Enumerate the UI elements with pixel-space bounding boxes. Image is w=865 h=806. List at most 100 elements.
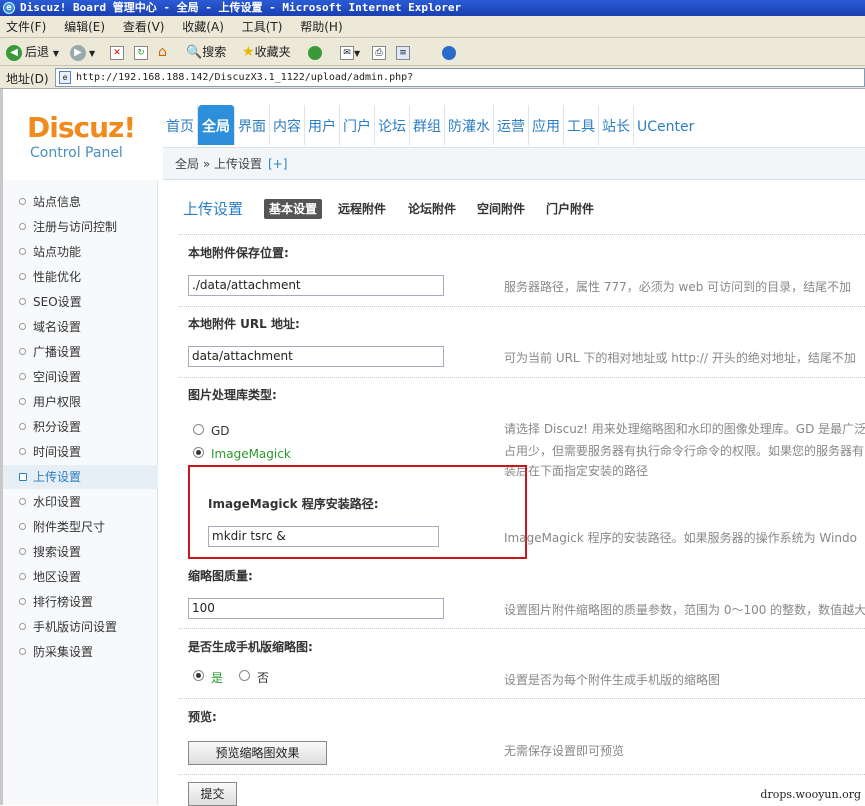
bullet-icon (19, 223, 26, 230)
attach-url-input[interactable]: data/attachment (188, 346, 444, 367)
sidebar-item[interactable]: 手机版访问设置 (3, 615, 158, 639)
radio-mobile-yes[interactable] (193, 670, 204, 681)
sidebar-item[interactable]: 注册与访问控制 (3, 215, 158, 239)
attach-dir-input[interactable]: ./data/attachment (188, 275, 444, 296)
radio-mobile-no-label: 否 (257, 669, 269, 686)
sidebar-item[interactable]: 搜索设置 (3, 540, 158, 564)
mail-icon: ✉ (340, 46, 354, 60)
menu-edit[interactable]: 编辑(E) (64, 16, 105, 38)
browser-toolbar: ◀后退 ▼ ▶▼ ✕ ↻ ⌂ 🔍搜索 ★收藏夹 ✉▼ ⎙ ≡ (0, 38, 865, 66)
menu-tools[interactable]: 工具(T) (242, 16, 283, 38)
preview-button[interactable]: 预览缩略图效果 (188, 741, 327, 765)
back-button[interactable]: ◀后退 ▼ (6, 42, 59, 62)
sidebar-item-label: 地区设置 (33, 570, 81, 584)
home-icon: ⌂ (158, 44, 167, 60)
impath-input[interactable]: mkdir tsrc & (208, 526, 439, 547)
refresh-button[interactable]: ↻ (134, 42, 148, 62)
sidebar-item[interactable]: 站点功能 (3, 240, 158, 264)
sidebar-item[interactable]: 域名设置 (3, 315, 158, 339)
home-button[interactable]: ⌂ (158, 42, 167, 62)
tab-remote[interactable]: 远程附件 (333, 199, 391, 219)
nav-founder[interactable]: 站长 (599, 105, 634, 145)
sidebar-item[interactable]: 防采集设置 (3, 640, 158, 664)
tab-basic[interactable]: 基本设置 (264, 199, 322, 219)
mail-button[interactable]: ✉▼ (340, 42, 360, 62)
bullet-icon (19, 623, 26, 630)
sidebar-item[interactable]: 上传设置 (3, 465, 158, 489)
sidebar-item[interactable]: 空间设置 (3, 365, 158, 389)
sidebar-item[interactable]: 用户权限 (3, 390, 158, 414)
favorites-button[interactable]: ★收藏夹 (242, 42, 291, 62)
sidebar-item[interactable]: 时间设置 (3, 440, 158, 464)
nav-extended[interactable]: 运营 (494, 105, 529, 145)
menu-help[interactable]: 帮助(H) (300, 16, 342, 38)
attach-url-label: 本地附件 URL 地址: (188, 315, 300, 332)
nav-forum[interactable]: 论坛 (375, 105, 410, 145)
tab-forum-attach[interactable]: 论坛附件 (403, 199, 461, 219)
nav-home[interactable]: 首页 (163, 105, 198, 145)
submit-button[interactable]: 提交 (188, 782, 237, 806)
preview-hint: 无需保存设置即可预览 (504, 742, 624, 759)
address-url: http://192.168.188.142/DiscuzX3.1_1122/u… (76, 72, 413, 83)
sidebar-item[interactable]: 性能优化 (3, 265, 158, 289)
bullet-icon (19, 423, 26, 430)
radio-imagemagick[interactable] (193, 447, 204, 458)
divider (179, 234, 865, 235)
nav-tools[interactable]: 工具 (564, 105, 599, 145)
bullet-icon (19, 248, 26, 255)
edit-button[interactable]: ≡ (396, 42, 410, 62)
divider (179, 698, 865, 699)
nav-plugin[interactable]: 应用 (529, 105, 564, 145)
messenger-button[interactable] (442, 42, 459, 62)
sidebar-item[interactable]: 地区设置 (3, 565, 158, 589)
tab-home-attach[interactable]: 空间附件 (472, 199, 530, 219)
sidebar-item[interactable]: 排行榜设置 (3, 590, 158, 614)
divider (179, 774, 865, 775)
forward-button[interactable]: ▶▼ (70, 42, 95, 62)
sidebar-item[interactable]: 水印设置 (3, 490, 158, 514)
nav-user[interactable]: 用户 (305, 105, 340, 145)
print-button[interactable]: ⎙ (372, 42, 386, 62)
sidebar-item[interactable]: 广播设置 (3, 340, 158, 364)
admin-header: Discuz! Control Panel 首页全局界面内容用户门户论坛群组防灌… (3, 89, 865, 180)
edit-icon: ≡ (396, 46, 410, 60)
radio-gd[interactable] (193, 424, 204, 435)
sidebar-item-label: 积分设置 (33, 420, 81, 434)
menu-favorites[interactable]: 收藏(A) (182, 16, 224, 38)
nav-safe[interactable]: 防灌水 (445, 105, 494, 145)
sidebar-item[interactable]: 附件类型尺寸 (3, 515, 158, 539)
stop-button[interactable]: ✕ (110, 42, 124, 62)
imagelib-label: 图片处理库类型: (188, 386, 277, 403)
sidebar-item[interactable]: 积分设置 (3, 415, 158, 439)
sidebar-item-label: 注册与访问控制 (33, 220, 117, 234)
divider (179, 628, 865, 629)
ie-icon: e (3, 2, 15, 14)
nav-style[interactable]: 界面 (235, 105, 270, 145)
tab-portal-attach[interactable]: 门户附件 (541, 199, 599, 219)
bullet-icon (19, 273, 26, 280)
sidebar-item[interactable]: SEO设置 (3, 290, 158, 314)
sidebar-item-label: 排行榜设置 (33, 595, 93, 609)
add-shortcut-button[interactable]: [+] (268, 157, 287, 171)
radio-mobile-no[interactable] (239, 670, 250, 681)
nav-content[interactable]: 内容 (270, 105, 305, 145)
radio-mobile-yes-label: 是 (211, 669, 223, 686)
menu-file[interactable]: 文件(F) (6, 16, 46, 38)
bullet-icon (19, 523, 26, 530)
radio-imagemagick-label: ImageMagick (211, 447, 291, 461)
media-button[interactable] (308, 42, 325, 62)
sidebar-item-label: 用户权限 (33, 395, 81, 409)
quality-hint: 设置图片附件缩略图的质量参数，范围为 0～100 的整数，数值越大 (504, 601, 865, 618)
watermark: drops.wooyun.org (760, 788, 861, 801)
nav-global[interactable]: 全局 (198, 105, 235, 145)
menu-view[interactable]: 查看(V) (123, 16, 165, 38)
quality-input[interactable]: 100 (188, 598, 444, 619)
search-button[interactable]: 🔍搜索 (186, 42, 226, 62)
address-input[interactable]: e http://192.168.188.142/DiscuzX3.1_1122… (55, 68, 865, 87)
breadcrumb: 全局 » 上传设置[+] (163, 147, 865, 180)
nav-ucenter[interactable]: UCenter (634, 105, 697, 145)
nav-group[interactable]: 群组 (410, 105, 445, 145)
sidebar-item[interactable]: 站点信息 (3, 190, 158, 214)
page-title: 上传设置 (183, 198, 243, 219)
nav-portal[interactable]: 门户 (340, 105, 375, 145)
